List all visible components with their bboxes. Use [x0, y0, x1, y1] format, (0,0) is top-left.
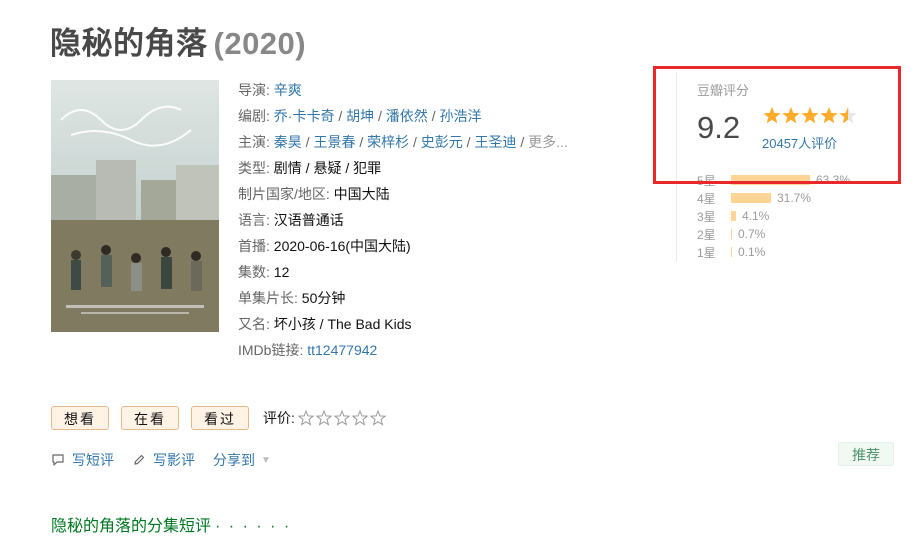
- user-rating-stars: [297, 409, 387, 427]
- comment-icon: [52, 454, 64, 466]
- recommend-button[interactable]: 推荐: [838, 442, 894, 466]
- share-menu[interactable]: 分享到 ▼: [213, 450, 271, 470]
- rating-dist-row: 3星 4.1%: [697, 207, 850, 225]
- episode-reviews-heading[interactable]: 隐秘的角落的分集短评 · · · · · ·: [51, 512, 291, 536]
- imdb-label: IMDb链接:: [238, 342, 304, 358]
- episode-reviews-title: 隐秘的角落的分集短评: [51, 518, 212, 535]
- interest-actions: 想看 在看 看过 评价:: [51, 406, 387, 430]
- director-link[interactable]: 辛爽: [274, 82, 302, 98]
- runtime-label: 单集片长:: [238, 290, 298, 306]
- aka-row: 又名: 坏小孩 / The Bad Kids: [238, 311, 568, 337]
- cast-link[interactable]: 王景春: [313, 134, 355, 150]
- language-row: 语言: 汉语普通话: [238, 207, 568, 233]
- title-name: 隐秘的角落: [50, 26, 208, 61]
- rating-highlight-box: [653, 66, 901, 184]
- rating-dist-label: 4星: [697, 191, 716, 206]
- cast-link[interactable]: 王圣迪: [474, 134, 516, 150]
- aka-label: 又名:: [238, 316, 270, 332]
- genre-value: 剧情: [273, 160, 302, 176]
- rating-dist-row: 1星 0.1%: [697, 243, 850, 261]
- genre-row: 类型: 剧情 / 悬疑 / 犯罪: [238, 160, 382, 176]
- poster-image[interactable]: [51, 80, 219, 332]
- cast-link[interactable]: 荣梓杉: [367, 134, 409, 150]
- rating-dist-bar: [731, 193, 771, 203]
- rating-distribution: 5星 63.3% 4星 31.7% 3星 4.1% 2星 0.7% 1星 0.1%: [697, 171, 850, 261]
- rating-dist-label: 3星: [697, 209, 716, 224]
- rating-dist-label: 1星: [697, 245, 716, 260]
- cast-label: 主演:: [238, 134, 270, 150]
- rating-dist-row: 2星 0.7%: [697, 225, 850, 243]
- country-row: 制片国家/地区: 中国大陆: [238, 181, 568, 207]
- rate-star-icon[interactable]: [333, 409, 351, 427]
- director-row: 导演: 辛爽: [238, 77, 568, 103]
- write-short-review-label: 写短评: [72, 452, 114, 468]
- share-label: 分享到: [213, 452, 255, 468]
- cast-row: 主演: 秦昊 / 王景春 / 荣梓杉 / 史彭元 / 王圣迪 / 更多...: [238, 134, 568, 150]
- rating-dist-percent: 4.1%: [742, 209, 770, 223]
- premiere-row: 首播: 2020-06-16(中国大陆): [238, 233, 568, 259]
- rating-dist-bar: [731, 229, 732, 239]
- cast-link[interactable]: 史彭元: [421, 134, 463, 150]
- episodes-row: 集数: 12: [238, 259, 568, 285]
- country-label: 制片国家/地区:: [238, 186, 330, 202]
- rating-dist-label: 2星: [697, 227, 716, 242]
- writers-label: 编剧:: [238, 108, 270, 124]
- genre-value: 犯罪: [353, 160, 382, 176]
- runtime-row: 单集片长: 50分钟: [238, 285, 568, 311]
- review-links: 写短评 写影评 分享到 ▼: [51, 450, 289, 470]
- director-label: 导演:: [238, 82, 270, 98]
- rating-dist-row: 4星 31.7%: [697, 189, 850, 207]
- subject-info: 导演: 辛爽 编剧: 乔·卡卡奇 / 胡坤 / 潘依然 / 孙浩洋 主演: 秦昊…: [238, 77, 568, 363]
- write-review-link[interactable]: 写影评: [132, 450, 195, 470]
- genre-label: 类型:: [238, 160, 270, 176]
- rating-dist-percent: 0.7%: [738, 227, 766, 241]
- country-value: 中国大陆: [333, 186, 390, 202]
- title-year: (2020): [213, 26, 307, 61]
- want-to-watch-button[interactable]: 想看: [51, 406, 109, 430]
- write-short-review-link[interactable]: 写短评: [51, 450, 114, 470]
- pencil-icon: [134, 454, 145, 465]
- writer-link[interactable]: 胡坤: [346, 108, 374, 124]
- rate-star-icon[interactable]: [297, 409, 315, 427]
- premiere-label: 首播:: [238, 238, 270, 254]
- episodes-value: 12: [273, 264, 290, 280]
- rate-star-icon[interactable]: [351, 409, 369, 427]
- watching-button[interactable]: 在看: [121, 406, 179, 430]
- rating-dist-bar: [731, 211, 736, 221]
- writers-row: 编剧: 乔·卡卡奇 / 胡坤 / 潘依然 / 孙浩洋: [238, 108, 482, 124]
- rate-star-icon[interactable]: [315, 409, 333, 427]
- premiere-value: 2020-06-16(中国大陆): [273, 238, 411, 254]
- language-label: 语言:: [238, 212, 270, 228]
- watched-button[interactable]: 看过: [191, 406, 249, 430]
- episodes-label: 集数:: [238, 264, 270, 280]
- writer-link[interactable]: 潘依然: [386, 108, 428, 124]
- rating-dist-percent: 31.7%: [777, 191, 812, 205]
- rating-dist-bar: [731, 247, 732, 257]
- imdb-link[interactable]: tt12477942: [307, 342, 377, 358]
- rate-star-icon[interactable]: [369, 409, 387, 427]
- write-review-label: 写影评: [153, 452, 195, 468]
- aka-value: 坏小孩 / The Bad Kids: [273, 316, 412, 332]
- rate-label: 评价:: [263, 410, 295, 426]
- genre-value: 悬疑: [313, 160, 342, 176]
- imdb-row: IMDb链接: tt12477942: [238, 337, 568, 363]
- writer-link[interactable]: 乔·卡卡奇: [274, 108, 335, 124]
- runtime-value: 50分钟: [301, 290, 346, 306]
- writer-link[interactable]: 孙浩洋: [439, 108, 481, 124]
- section-dots: · · · · · ·: [215, 518, 292, 535]
- cast-more-link[interactable]: 更多...: [528, 134, 568, 150]
- cast-link[interactable]: 秦昊: [274, 134, 302, 150]
- page-title: 隐秘的角落 (2020): [50, 18, 306, 63]
- rating-dist-percent: 0.1%: [738, 245, 766, 259]
- caret-down-icon: ▼: [261, 454, 271, 466]
- language-value: 汉语普通话: [273, 212, 344, 228]
